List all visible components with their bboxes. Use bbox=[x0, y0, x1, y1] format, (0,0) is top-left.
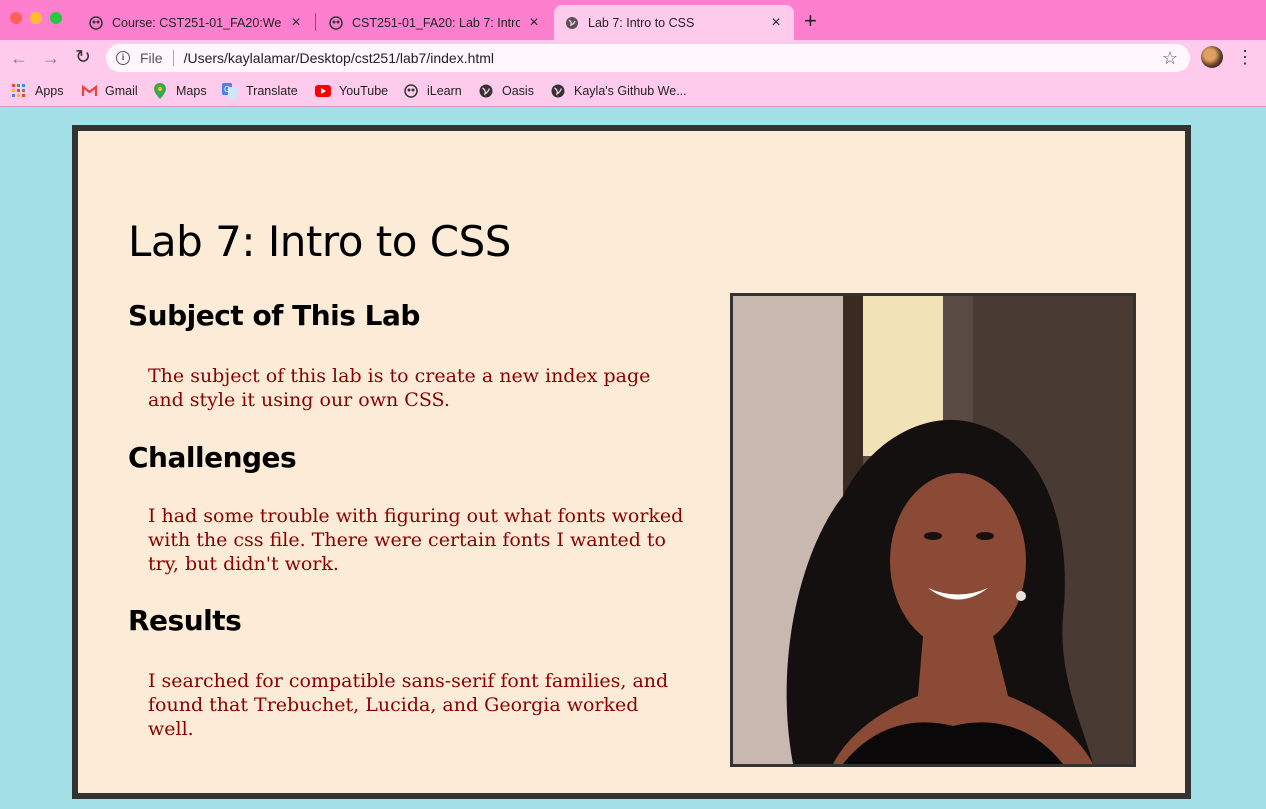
close-window-button[interactable] bbox=[10, 12, 22, 24]
tab-lab7-active[interactable]: Lab 7: Intro to CSS × bbox=[554, 5, 794, 40]
profile-photo bbox=[730, 293, 1136, 767]
profile-avatar[interactable] bbox=[1201, 46, 1223, 68]
bookmark-gmail[interactable]: Gmail bbox=[81, 81, 138, 101]
close-icon[interactable]: × bbox=[288, 14, 304, 31]
bookmark-ilearn[interactable]: iLearn bbox=[403, 81, 462, 101]
translate-icon: G bbox=[222, 83, 238, 99]
back-arrow-icon[interactable]: ← bbox=[8, 47, 30, 69]
youtube-icon bbox=[315, 83, 331, 99]
bookmark-translate[interactable]: G Translate bbox=[222, 81, 298, 101]
minimize-window-button[interactable] bbox=[30, 12, 42, 24]
globe-icon bbox=[550, 83, 566, 99]
moodle-icon bbox=[88, 15, 104, 31]
address-bar[interactable]: i File /Users/kaylalamar/Desktop/cst251/… bbox=[106, 44, 1190, 72]
bookmark-youtube[interactable]: YouTube bbox=[315, 81, 388, 101]
tab-title: Lab 7: Intro to CSS bbox=[588, 15, 695, 30]
section-body-subject: The subject of this lab is to create a n… bbox=[148, 365, 651, 411]
globe-icon bbox=[478, 83, 494, 99]
gmail-icon bbox=[81, 83, 97, 99]
bookmark-label: Apps bbox=[35, 84, 64, 98]
bookmark-star-icon[interactable]: ☆ bbox=[1160, 48, 1180, 69]
tab-lab7-moodle[interactable]: CST251-01_FA20: Lab 7: Intro t × bbox=[318, 5, 552, 40]
bookmark-label: Kayla's Github We... bbox=[574, 84, 687, 98]
tab-divider bbox=[315, 13, 316, 31]
bookmark-label: Gmail bbox=[105, 84, 138, 98]
bookmark-github[interactable]: Kayla's Github We... bbox=[550, 81, 687, 101]
forward-arrow-icon[interactable]: → bbox=[40, 47, 62, 69]
reload-icon[interactable]: ↻ bbox=[72, 47, 94, 69]
svg-text:G: G bbox=[224, 85, 230, 94]
address-divider bbox=[172, 50, 174, 66]
bookmark-label: iLearn bbox=[427, 84, 462, 98]
scheme-label: File bbox=[140, 50, 163, 66]
tab-title: CST251-01_FA20: Lab 7: Intro t bbox=[352, 15, 520, 30]
bookmark-label: Maps bbox=[176, 84, 207, 98]
moodle-icon bbox=[403, 83, 419, 99]
bookmark-label: YouTube bbox=[339, 84, 389, 98]
section-heading-results: Results bbox=[128, 604, 242, 637]
browser-toolbar: ← → ↻ i File /Users/kaylalamar/Desktop/c… bbox=[0, 40, 1266, 75]
bookmark-label: Translate bbox=[246, 84, 298, 98]
url-text[interactable]: /Users/kaylalamar/Desktop/cst251/lab7/in… bbox=[184, 50, 1160, 66]
tab-course[interactable]: Course: CST251-01_FA20:Web × bbox=[78, 5, 314, 40]
new-tab-button[interactable]: + bbox=[804, 10, 817, 32]
bookmark-apps[interactable]: Apps bbox=[11, 81, 64, 101]
tab-title: Course: CST251-01_FA20:Web bbox=[112, 15, 282, 30]
section-body-results: I searched for compatible sans-serif fon… bbox=[148, 670, 669, 740]
browser-chrome: Course: CST251-01_FA20:Web × CST251-01_F… bbox=[0, 0, 1266, 107]
section-body-challenges: I had some trouble with figuring out wha… bbox=[148, 505, 684, 575]
globe-icon bbox=[564, 15, 580, 31]
bookmarks-bar: Apps Gmail Maps G Translate YouTube iLea… bbox=[0, 75, 1266, 107]
kebab-menu-icon[interactable]: ⋮ bbox=[1236, 46, 1254, 68]
close-icon[interactable]: × bbox=[768, 14, 784, 31]
maps-pin-icon bbox=[152, 83, 168, 99]
bookmark-label: Oasis bbox=[502, 84, 534, 98]
section-heading-subject: Subject of This Lab bbox=[128, 299, 420, 332]
close-icon[interactable]: × bbox=[526, 14, 542, 31]
info-icon[interactable]: i bbox=[116, 51, 130, 65]
page-title: Lab 7: Intro to CSS bbox=[128, 217, 511, 266]
bookmark-maps[interactable]: Maps bbox=[152, 81, 207, 101]
tab-strip: Course: CST251-01_FA20:Web × CST251-01_F… bbox=[0, 0, 1266, 40]
moodle-icon bbox=[328, 15, 344, 31]
bookmark-oasis[interactable]: Oasis bbox=[478, 81, 534, 101]
apps-grid-icon bbox=[11, 83, 27, 99]
content-card: Lab 7: Intro to CSS Subject of This Lab … bbox=[72, 125, 1191, 799]
section-heading-challenges: Challenges bbox=[128, 441, 297, 474]
zoom-window-button[interactable] bbox=[50, 12, 62, 24]
